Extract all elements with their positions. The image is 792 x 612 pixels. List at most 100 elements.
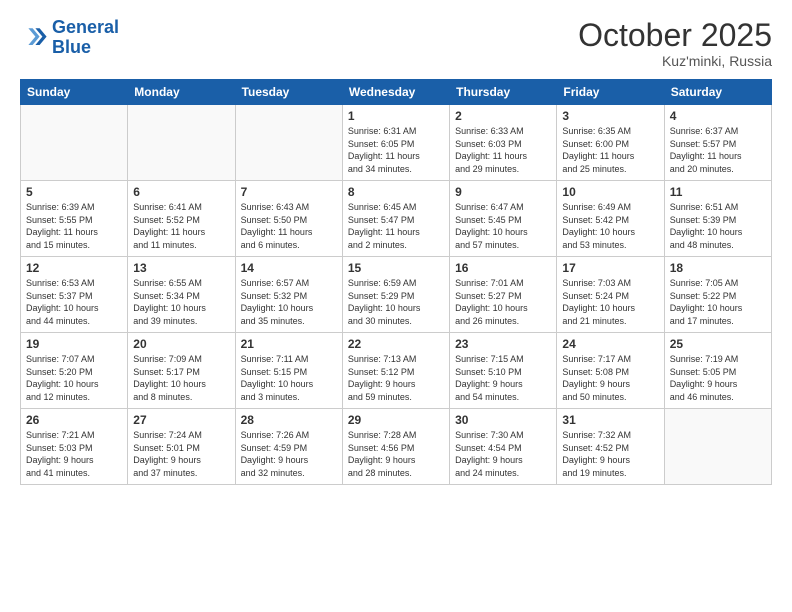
day-cell	[664, 409, 771, 485]
day-info: Sunrise: 7:28 AM Sunset: 4:56 PM Dayligh…	[348, 429, 444, 479]
weekday-header-sunday: Sunday	[21, 80, 128, 105]
day-info: Sunrise: 7:26 AM Sunset: 4:59 PM Dayligh…	[241, 429, 337, 479]
day-cell: 15Sunrise: 6:59 AM Sunset: 5:29 PM Dayli…	[342, 257, 449, 333]
day-info: Sunrise: 7:21 AM Sunset: 5:03 PM Dayligh…	[26, 429, 122, 479]
logo-text: General	[52, 18, 119, 38]
logo: General Blue	[20, 18, 119, 58]
week-row-1: 1Sunrise: 6:31 AM Sunset: 6:05 PM Daylig…	[21, 105, 772, 181]
day-number: 23	[455, 337, 551, 351]
day-number: 16	[455, 261, 551, 275]
day-info: Sunrise: 6:55 AM Sunset: 5:34 PM Dayligh…	[133, 277, 229, 327]
day-info: Sunrise: 7:30 AM Sunset: 4:54 PM Dayligh…	[455, 429, 551, 479]
day-number: 24	[562, 337, 658, 351]
day-cell: 20Sunrise: 7:09 AM Sunset: 5:17 PM Dayli…	[128, 333, 235, 409]
day-number: 9	[455, 185, 551, 199]
weekday-header-saturday: Saturday	[664, 80, 771, 105]
day-number: 21	[241, 337, 337, 351]
weekday-header-wednesday: Wednesday	[342, 80, 449, 105]
location-subtitle: Kuz'minki, Russia	[578, 53, 772, 69]
calendar-table: SundayMondayTuesdayWednesdayThursdayFrid…	[20, 79, 772, 485]
day-cell: 8Sunrise: 6:45 AM Sunset: 5:47 PM Daylig…	[342, 181, 449, 257]
day-info: Sunrise: 7:09 AM Sunset: 5:17 PM Dayligh…	[133, 353, 229, 403]
day-info: Sunrise: 7:17 AM Sunset: 5:08 PM Dayligh…	[562, 353, 658, 403]
month-title: October 2025	[578, 18, 772, 53]
day-number: 11	[670, 185, 766, 199]
day-number: 7	[241, 185, 337, 199]
day-cell: 14 Sunrise: 6:57 AM Sunset: 5:32 PM Dayli…	[235, 257, 342, 333]
day-cell: 4Sunrise: 6:37 AM Sunset: 5:57 PM Daylig…	[664, 105, 771, 181]
day-number: 29	[348, 413, 444, 427]
day-cell: 9 Sunrise: 6:47 AM Sunset: 5:45 PM Daylig…	[450, 181, 557, 257]
day-info: Sunrise: 7:24 AM Sunset: 5:01 PM Dayligh…	[133, 429, 229, 479]
day-info: Sunrise: 6:57 AM Sunset: 5:32 PM Dayligh…	[241, 277, 337, 327]
day-cell: 5Sunrise: 6:39 AM Sunset: 5:55 PM Daylig…	[21, 181, 128, 257]
day-number: 6	[133, 185, 229, 199]
day-info: Sunrise: 7:15 AM Sunset: 5:10 PM Dayligh…	[455, 353, 551, 403]
day-number: 28	[241, 413, 337, 427]
day-info: Sunrise: 7:19 AM Sunset: 5:05 PM Dayligh…	[670, 353, 766, 403]
day-cell: 21 Sunrise: 7:11 AM Sunset: 5:15 PM Dayli…	[235, 333, 342, 409]
day-cell: 12Sunrise: 6:53 AM Sunset: 5:37 PM Dayli…	[21, 257, 128, 333]
day-info: Sunrise: 7:03 AM Sunset: 5:24 PM Dayligh…	[562, 277, 658, 327]
day-cell: 31Sunrise: 7:32 AM Sunset: 4:52 PM Dayli…	[557, 409, 664, 485]
day-info: Sunrise: 6:49 AM Sunset: 5:42 PM Dayligh…	[562, 201, 658, 251]
weekday-header-thursday: Thursday	[450, 80, 557, 105]
day-number: 26	[26, 413, 122, 427]
day-info: Sunrise: 6:43 AM Sunset: 5:50 PM Dayligh…	[241, 201, 337, 251]
day-number: 3	[562, 109, 658, 123]
day-info: Sunrise: 6:59 AM Sunset: 5:29 PM Dayligh…	[348, 277, 444, 327]
day-cell: 17 Sunrise: 7:03 AM Sunset: 5:24 PM Dayli…	[557, 257, 664, 333]
day-number: 19	[26, 337, 122, 351]
day-info: Sunrise: 7:01 AM Sunset: 5:27 PM Dayligh…	[455, 277, 551, 327]
weekday-header-row: SundayMondayTuesdayWednesdayThursdayFrid…	[21, 80, 772, 105]
day-info: Sunrise: 7:05 AM Sunset: 5:22 PM Dayligh…	[670, 277, 766, 327]
day-cell: 7 Sunrise: 6:43 AM Sunset: 5:50 PM Daylig…	[235, 181, 342, 257]
day-number: 30	[455, 413, 551, 427]
day-cell: 18 Sunrise: 7:05 AM Sunset: 5:22 PM Dayli…	[664, 257, 771, 333]
day-info: Sunrise: 6:51 AM Sunset: 5:39 PM Dayligh…	[670, 201, 766, 251]
page: General Blue October 2025 Kuz'minki, Rus…	[0, 0, 792, 612]
day-cell	[128, 105, 235, 181]
day-cell: 30 Sunrise: 7:30 AM Sunset: 4:54 PM Dayli…	[450, 409, 557, 485]
header: General Blue October 2025 Kuz'minki, Rus…	[20, 18, 772, 69]
day-cell: 3 Sunrise: 6:35 AM Sunset: 6:00 PM Daylig…	[557, 105, 664, 181]
day-cell: 13Sunrise: 6:55 AM Sunset: 5:34 PM Dayli…	[128, 257, 235, 333]
day-number: 18	[670, 261, 766, 275]
day-number: 22	[348, 337, 444, 351]
day-number: 31	[562, 413, 658, 427]
weekday-header-tuesday: Tuesday	[235, 80, 342, 105]
day-info: Sunrise: 6:53 AM Sunset: 5:37 PM Dayligh…	[26, 277, 122, 327]
logo-icon	[20, 24, 48, 52]
day-number: 17	[562, 261, 658, 275]
day-cell: 26 Sunrise: 7:21 AM Sunset: 5:03 PM Dayli…	[21, 409, 128, 485]
day-number: 27	[133, 413, 229, 427]
day-cell: 23 Sunrise: 7:15 AM Sunset: 5:10 PM Dayli…	[450, 333, 557, 409]
day-cell: 24 Sunrise: 7:17 AM Sunset: 5:08 PM Dayli…	[557, 333, 664, 409]
week-row-4: 19 Sunrise: 7:07 AM Sunset: 5:20 PM Dayli…	[21, 333, 772, 409]
day-number: 14	[241, 261, 337, 275]
day-cell: 16 Sunrise: 7:01 AM Sunset: 5:27 PM Dayli…	[450, 257, 557, 333]
logo-text2: Blue	[52, 38, 119, 58]
day-cell: 19 Sunrise: 7:07 AM Sunset: 5:20 PM Dayli…	[21, 333, 128, 409]
day-info: Sunrise: 6:47 AM Sunset: 5:45 PM Dayligh…	[455, 201, 551, 251]
day-info: Sunrise: 6:33 AM Sunset: 6:03 PM Dayligh…	[455, 125, 551, 175]
day-cell: 11 Sunrise: 6:51 AM Sunset: 5:39 PM Dayli…	[664, 181, 771, 257]
day-info: Sunrise: 6:45 AM Sunset: 5:47 PM Dayligh…	[348, 201, 444, 251]
day-info: Sunrise: 6:41 AM Sunset: 5:52 PM Dayligh…	[133, 201, 229, 251]
day-number: 25	[670, 337, 766, 351]
day-cell: 1Sunrise: 6:31 AM Sunset: 6:05 PM Daylig…	[342, 105, 449, 181]
day-cell	[21, 105, 128, 181]
day-info: Sunrise: 7:13 AM Sunset: 5:12 PM Dayligh…	[348, 353, 444, 403]
day-cell: 22 Sunrise: 7:13 AM Sunset: 5:12 PM Dayli…	[342, 333, 449, 409]
day-number: 2	[455, 109, 551, 123]
day-cell: 10 Sunrise: 6:49 AM Sunset: 5:42 PM Dayli…	[557, 181, 664, 257]
day-cell: 2 Sunrise: 6:33 AM Sunset: 6:03 PM Daylig…	[450, 105, 557, 181]
weekday-header-monday: Monday	[128, 80, 235, 105]
day-number: 4	[670, 109, 766, 123]
day-info: Sunrise: 7:07 AM Sunset: 5:20 PM Dayligh…	[26, 353, 122, 403]
day-info: Sunrise: 7:11 AM Sunset: 5:15 PM Dayligh…	[241, 353, 337, 403]
title-block: October 2025 Kuz'minki, Russia	[578, 18, 772, 69]
day-info: Sunrise: 6:35 AM Sunset: 6:00 PM Dayligh…	[562, 125, 658, 175]
day-number: 10	[562, 185, 658, 199]
week-row-5: 26 Sunrise: 7:21 AM Sunset: 5:03 PM Dayli…	[21, 409, 772, 485]
